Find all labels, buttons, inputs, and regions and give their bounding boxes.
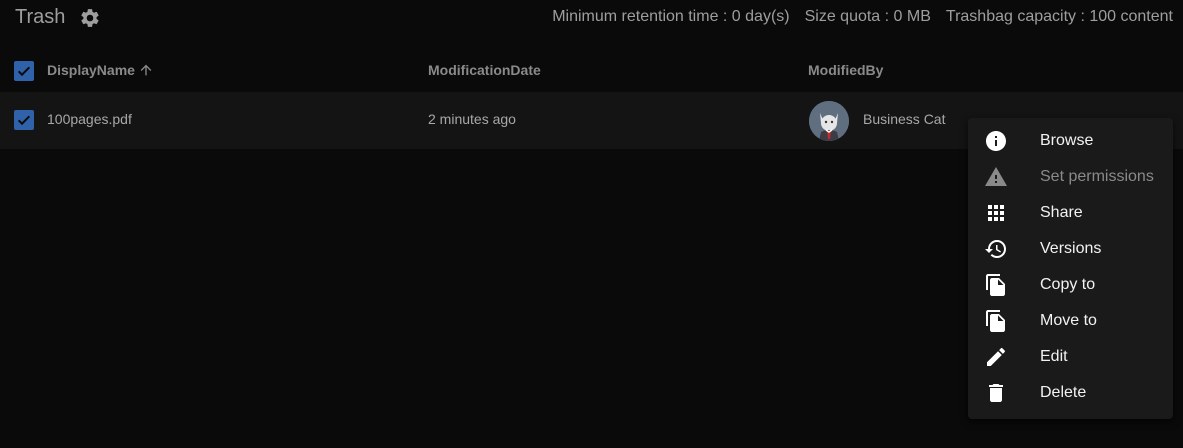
apps-grid-icon [984, 201, 1008, 225]
gear-icon[interactable] [79, 7, 101, 29]
trash-info: Minimum retention time : 0 day(s) Size q… [552, 8, 1173, 26]
info-icon [984, 129, 1008, 153]
trash-icon [984, 381, 1008, 405]
menu-item-browse[interactable]: Browse [968, 123, 1173, 159]
menu-label-share: Share [1040, 204, 1083, 221]
menu-item-edit[interactable]: Edit [968, 339, 1173, 375]
history-icon [984, 237, 1008, 261]
column-header-modificationdate[interactable]: ModificationDate [428, 62, 541, 78]
menu-label-set-permissions: Set permissions [1040, 168, 1154, 185]
context-menu: Browse Set permissions Share Versions Co [968, 118, 1173, 419]
header: Trash Minimum retention time : 0 day(s) … [0, 0, 1183, 36]
column-header-modifiedby[interactable]: ModifiedBy [808, 62, 883, 78]
table-header: DisplayName ModificationDate ModifiedBy [0, 50, 1183, 92]
cat-avatar [809, 101, 849, 141]
warning-icon [984, 165, 1008, 189]
column-header-displayname[interactable]: DisplayName [47, 62, 135, 78]
menu-label-copy-to: Copy to [1040, 276, 1096, 293]
modification-date: 2 minutes ago [428, 111, 516, 127]
pencil-icon [984, 345, 1008, 369]
menu-label-versions: Versions [1040, 240, 1102, 257]
menu-label-move-to: Move to [1040, 312, 1097, 329]
copy-icon [984, 273, 1008, 297]
move-icon [984, 309, 1008, 333]
menu-label-edit: Edit [1040, 348, 1068, 365]
check-icon [17, 66, 31, 77]
select-all-checkbox[interactable] [14, 61, 34, 81]
menu-item-move-to[interactable]: Move to [968, 303, 1173, 339]
check-icon [17, 115, 31, 126]
menu-item-copy-to[interactable]: Copy to [968, 267, 1173, 303]
row-checkbox[interactable] [14, 110, 34, 130]
trash-page: Trash Minimum retention time : 0 day(s) … [0, 0, 1183, 448]
menu-label-browse: Browse [1040, 132, 1094, 149]
menu-item-delete[interactable]: Delete [968, 375, 1173, 411]
arrow-up-icon[interactable] [138, 62, 154, 78]
menu-item-versions[interactable]: Versions [968, 231, 1173, 267]
menu-item-share[interactable]: Share [968, 195, 1173, 231]
file-name[interactable]: 100pages.pdf [47, 111, 132, 127]
menu-label-delete: Delete [1040, 384, 1087, 401]
retention-text: Minimum retention time : 0 day(s) [552, 8, 790, 25]
page-title: Trash [15, 6, 66, 28]
modified-by: Business Cat [863, 111, 946, 127]
capacity-text: Trashbag capacity : 100 content [945, 8, 1173, 25]
quota-text: Size quota : 0 MB [804, 8, 931, 25]
menu-item-set-permissions: Set permissions [968, 159, 1173, 195]
